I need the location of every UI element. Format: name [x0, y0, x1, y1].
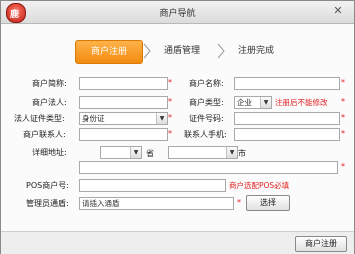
title-bar: 鹿 商户导航 ✕: [1, 1, 354, 24]
step-register-complete: 注册完成: [237, 46, 274, 56]
pos-merchant-no-label: POS商户号:: [26, 181, 69, 190]
admin-shield-label: 管理员通盾:: [26, 199, 69, 208]
address-label: 详细地址:: [32, 148, 67, 157]
pos-merchant-no-input[interactable]: [79, 179, 226, 192]
id-number-label: 证件号码:: [189, 114, 224, 123]
chevron-down-icon[interactable]: ▼: [226, 147, 237, 158]
window-title: 商户导航: [159, 9, 196, 19]
chevron-down-icon[interactable]: ▼: [260, 97, 271, 108]
required-mark: *: [341, 129, 345, 138]
address-detail-input[interactable]: [79, 161, 338, 174]
required-mark: *: [168, 78, 172, 87]
id-number-input[interactable]: [234, 112, 340, 125]
register-button[interactable]: 商户注册: [295, 236, 347, 252]
merchant-short-name-label: 商户简称:: [32, 79, 67, 88]
required-mark: *: [341, 97, 345, 106]
pos-merchant-no-note: 商户选配POS必填: [229, 181, 290, 190]
merchant-name-input[interactable]: [234, 77, 340, 90]
close-icon[interactable]: ✕: [331, 5, 345, 17]
legal-id-type-select[interactable]: 身份证 ▼: [79, 112, 168, 125]
province-select[interactable]: ▼: [100, 146, 142, 159]
province-suffix: 省: [146, 149, 154, 158]
city-select[interactable]: ▼: [168, 146, 238, 159]
merchant-type-note: 注册后不能修改: [275, 98, 328, 107]
merchant-type-label: 商户类型:: [189, 98, 224, 107]
required-mark: *: [341, 162, 345, 171]
required-mark: *: [341, 78, 345, 87]
admin-shield-input[interactable]: 请插入通盾: [79, 197, 234, 210]
contact-phone-input[interactable]: [234, 128, 340, 141]
chevron-down-icon[interactable]: ▼: [130, 147, 141, 158]
select-shield-button[interactable]: 选择: [246, 195, 290, 211]
chevron-down-icon[interactable]: ▼: [156, 113, 167, 124]
required-mark: *: [341, 113, 345, 122]
contact-label: 商户联系人:: [23, 130, 66, 139]
city-suffix: 市: [238, 149, 246, 158]
contact-input[interactable]: [79, 128, 168, 141]
dialog-window: 鹿 商户导航 ✕ 商户注册 通盾管理 注册完成 商户简称: * 商户名称: * …: [0, 0, 355, 254]
merchant-name-label: 商户名称:: [189, 79, 224, 88]
contact-phone-label: 联系人手机:: [184, 130, 227, 139]
required-mark: *: [168, 113, 172, 122]
legal-person-label: 商户法人:: [32, 98, 67, 107]
required-mark: *: [168, 129, 172, 138]
legal-id-type-label: 法人证件类型:: [14, 114, 65, 123]
required-mark: *: [237, 198, 241, 207]
step-merchant-register: 商户注册: [75, 40, 143, 64]
merchant-type-select[interactable]: 企业 ▼: [234, 96, 272, 109]
step-shield-management: 通盾管理: [163, 46, 200, 56]
merchant-short-name-input[interactable]: [79, 77, 168, 90]
required-mark: *: [168, 97, 172, 106]
legal-person-input[interactable]: [79, 96, 168, 109]
